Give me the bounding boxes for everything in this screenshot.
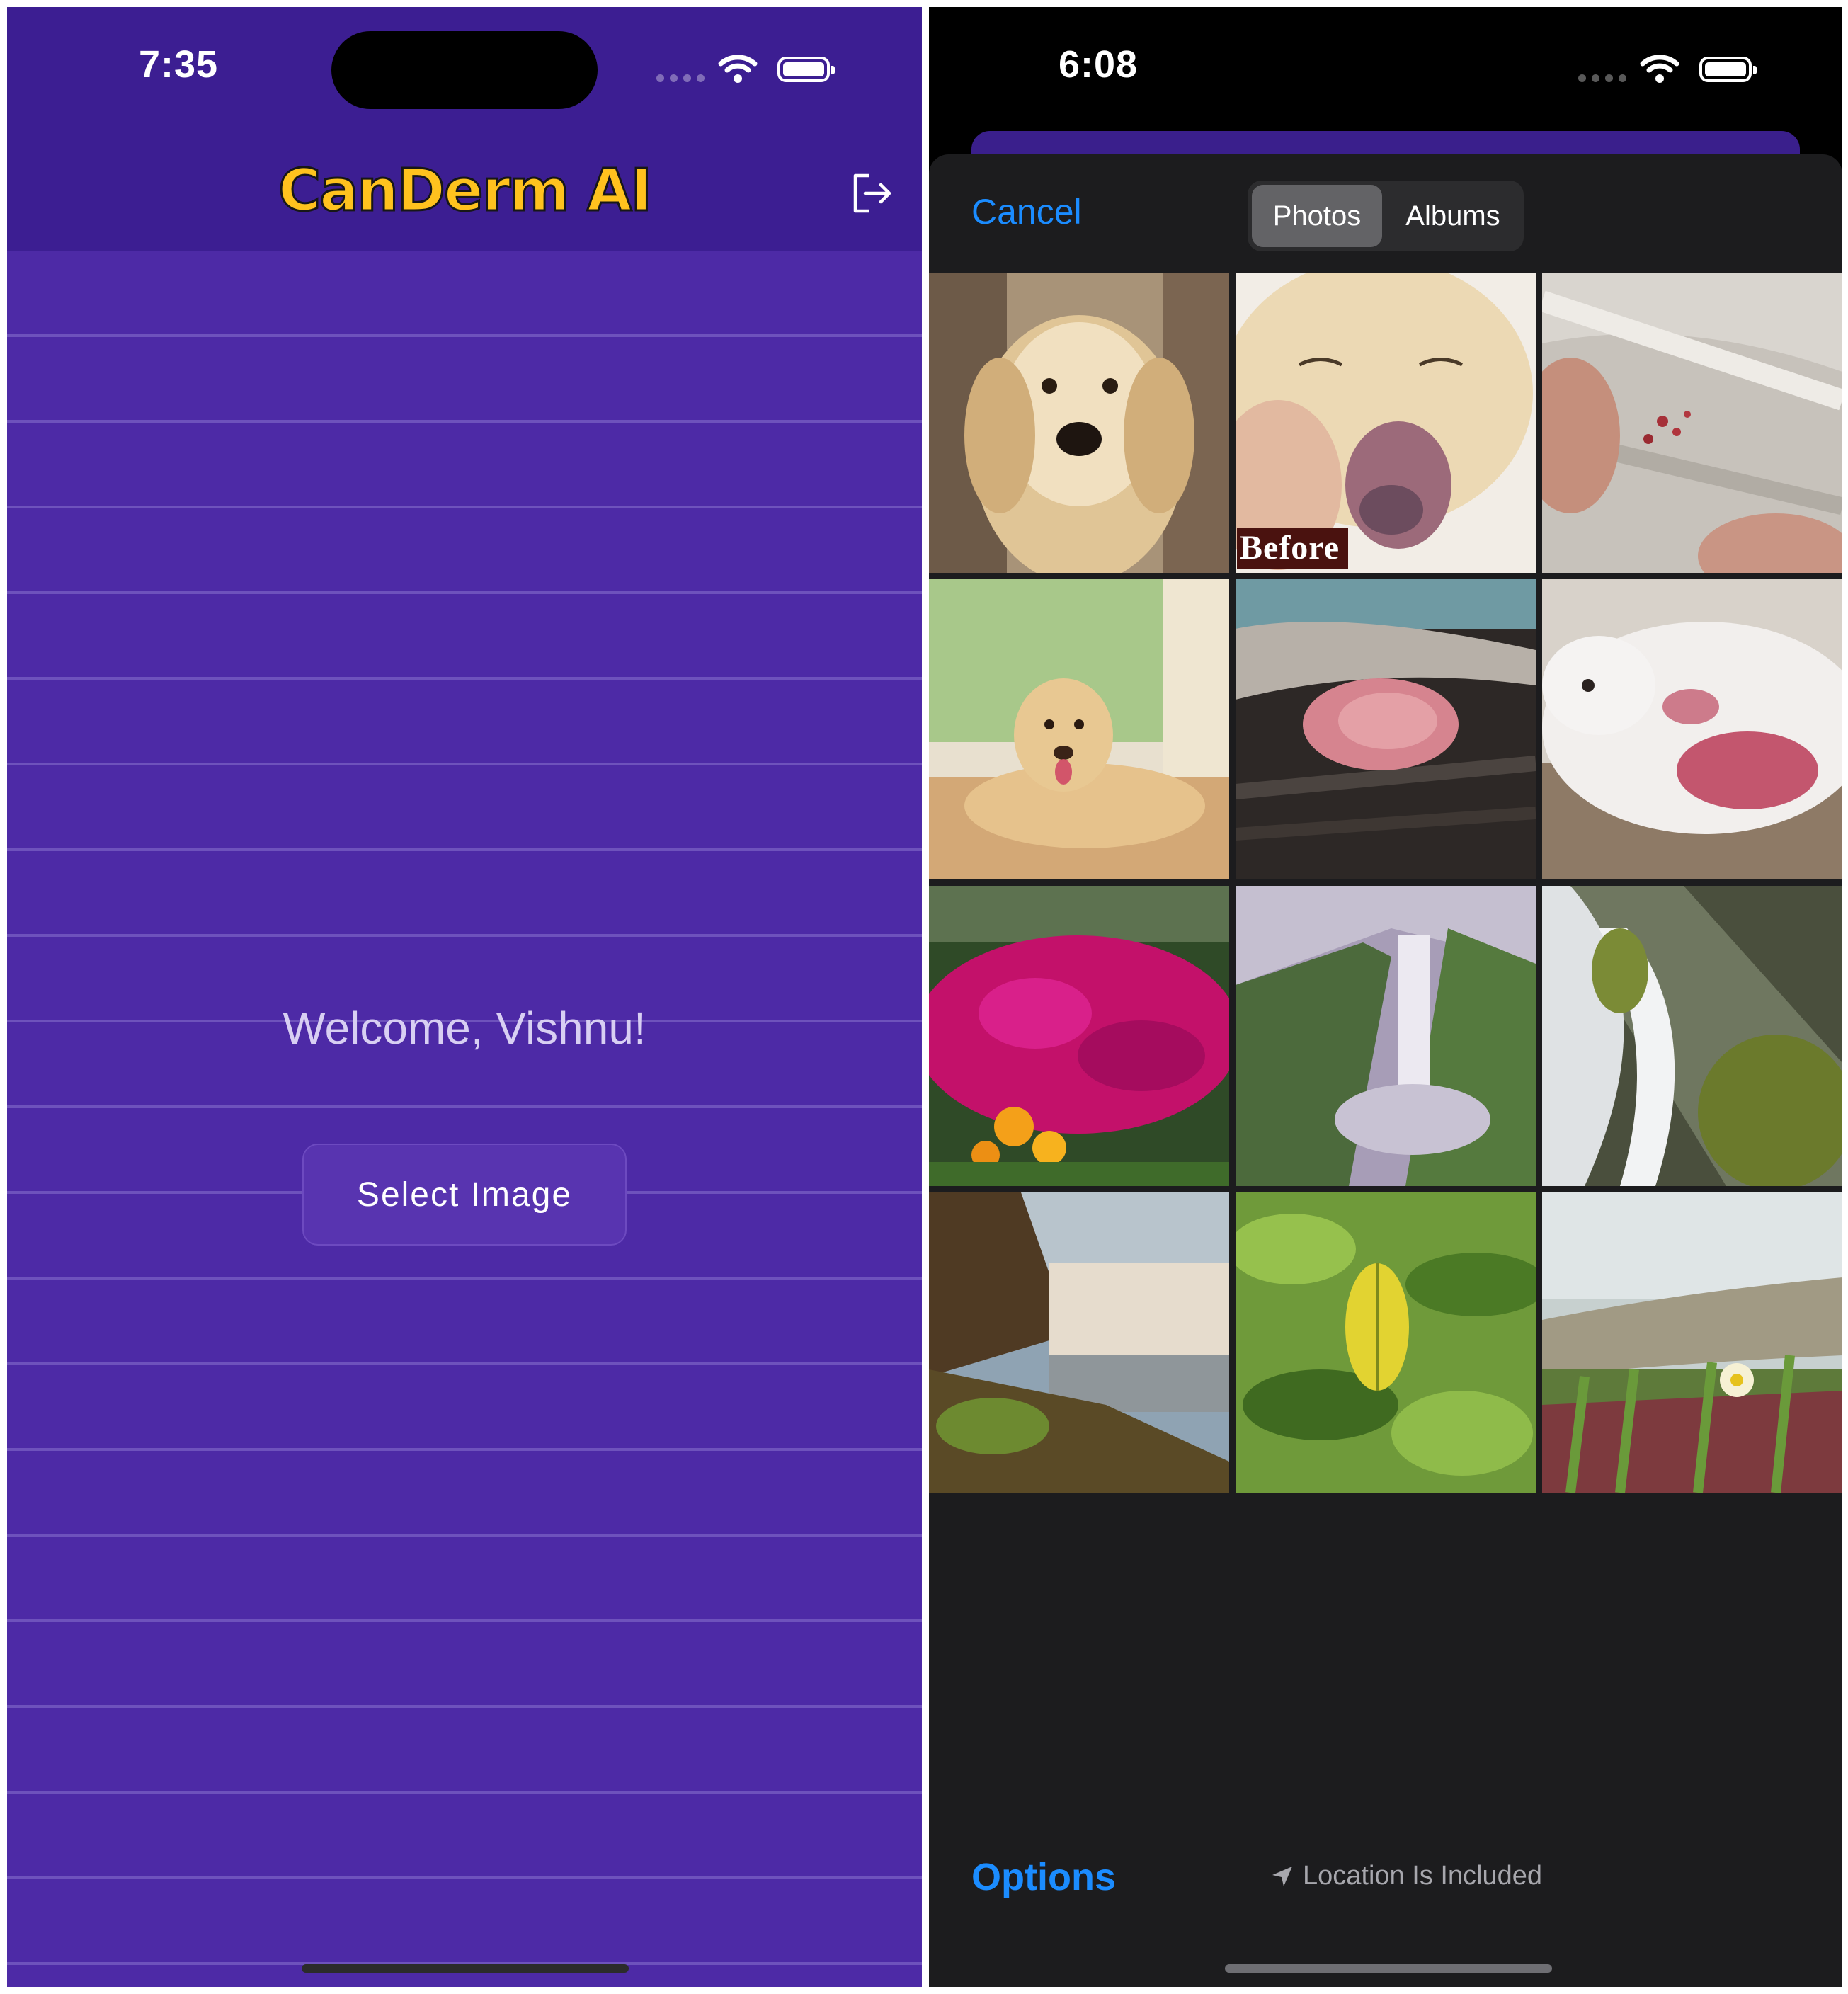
- photo-thumbnail[interactable]: [1542, 273, 1842, 573]
- location-info: Location Is Included: [1270, 1861, 1542, 1891]
- segment-albums[interactable]: Albums: [1386, 185, 1519, 247]
- photo-thumbnail[interactable]: [929, 579, 1229, 879]
- cancel-button[interactable]: Cancel: [971, 191, 1082, 232]
- battery-icon: [1699, 57, 1757, 82]
- status-time: 6:08: [1059, 43, 1139, 86]
- signal-icon: [656, 74, 705, 82]
- photo-thumbnail[interactable]: [929, 1192, 1229, 1493]
- location-arrow-icon: [1272, 1866, 1292, 1886]
- photo-thumbnail[interactable]: [1236, 1192, 1536, 1493]
- dynamic-island: [331, 31, 598, 109]
- logout-icon[interactable]: [848, 170, 895, 217]
- photo-thumbnail[interactable]: [1542, 579, 1842, 879]
- photo-thumbnail[interactable]: [929, 886, 1229, 1186]
- photo-thumbnail[interactable]: [1542, 886, 1842, 1186]
- canderm-app-screen: 7:35 CanDerm AI Welcome, Vishnu! Select …: [7, 7, 922, 1987]
- home-indicator[interactable]: [302, 1964, 629, 1973]
- options-button[interactable]: Options: [971, 1855, 1116, 1899]
- segment-photos[interactable]: Photos: [1252, 185, 1382, 247]
- home-indicator[interactable]: [1225, 1964, 1552, 1973]
- photo-thumbnail[interactable]: [1236, 579, 1536, 879]
- wifi-icon: [718, 55, 758, 83]
- photo-thumbnail[interactable]: [1542, 1192, 1842, 1493]
- location-label: Location Is Included: [1303, 1861, 1543, 1891]
- welcome-message: Welcome, Vishnu!: [283, 1003, 646, 1054]
- photo-picker-screen: 6:08 Cancel Photos Albums Before Options…: [929, 7, 1842, 1987]
- striped-background: [7, 251, 922, 1987]
- photo-thumbnail[interactable]: Before: [1236, 273, 1536, 573]
- wifi-icon: [1640, 55, 1679, 83]
- photo-grid: Before: [929, 273, 1842, 1493]
- battery-icon: [777, 57, 835, 82]
- status-time: 7:35: [139, 43, 219, 86]
- select-image-button[interactable]: Select Image: [302, 1144, 627, 1246]
- before-caption: Before: [1237, 528, 1349, 569]
- app-logo-title: CanDerm AI: [278, 156, 654, 226]
- photos-albums-segmented-control: Photos Albums: [1248, 181, 1524, 251]
- photo-thumbnail[interactable]: [1236, 886, 1536, 1186]
- signal-icon: [1578, 74, 1626, 82]
- photo-thumbnail[interactable]: [929, 273, 1229, 573]
